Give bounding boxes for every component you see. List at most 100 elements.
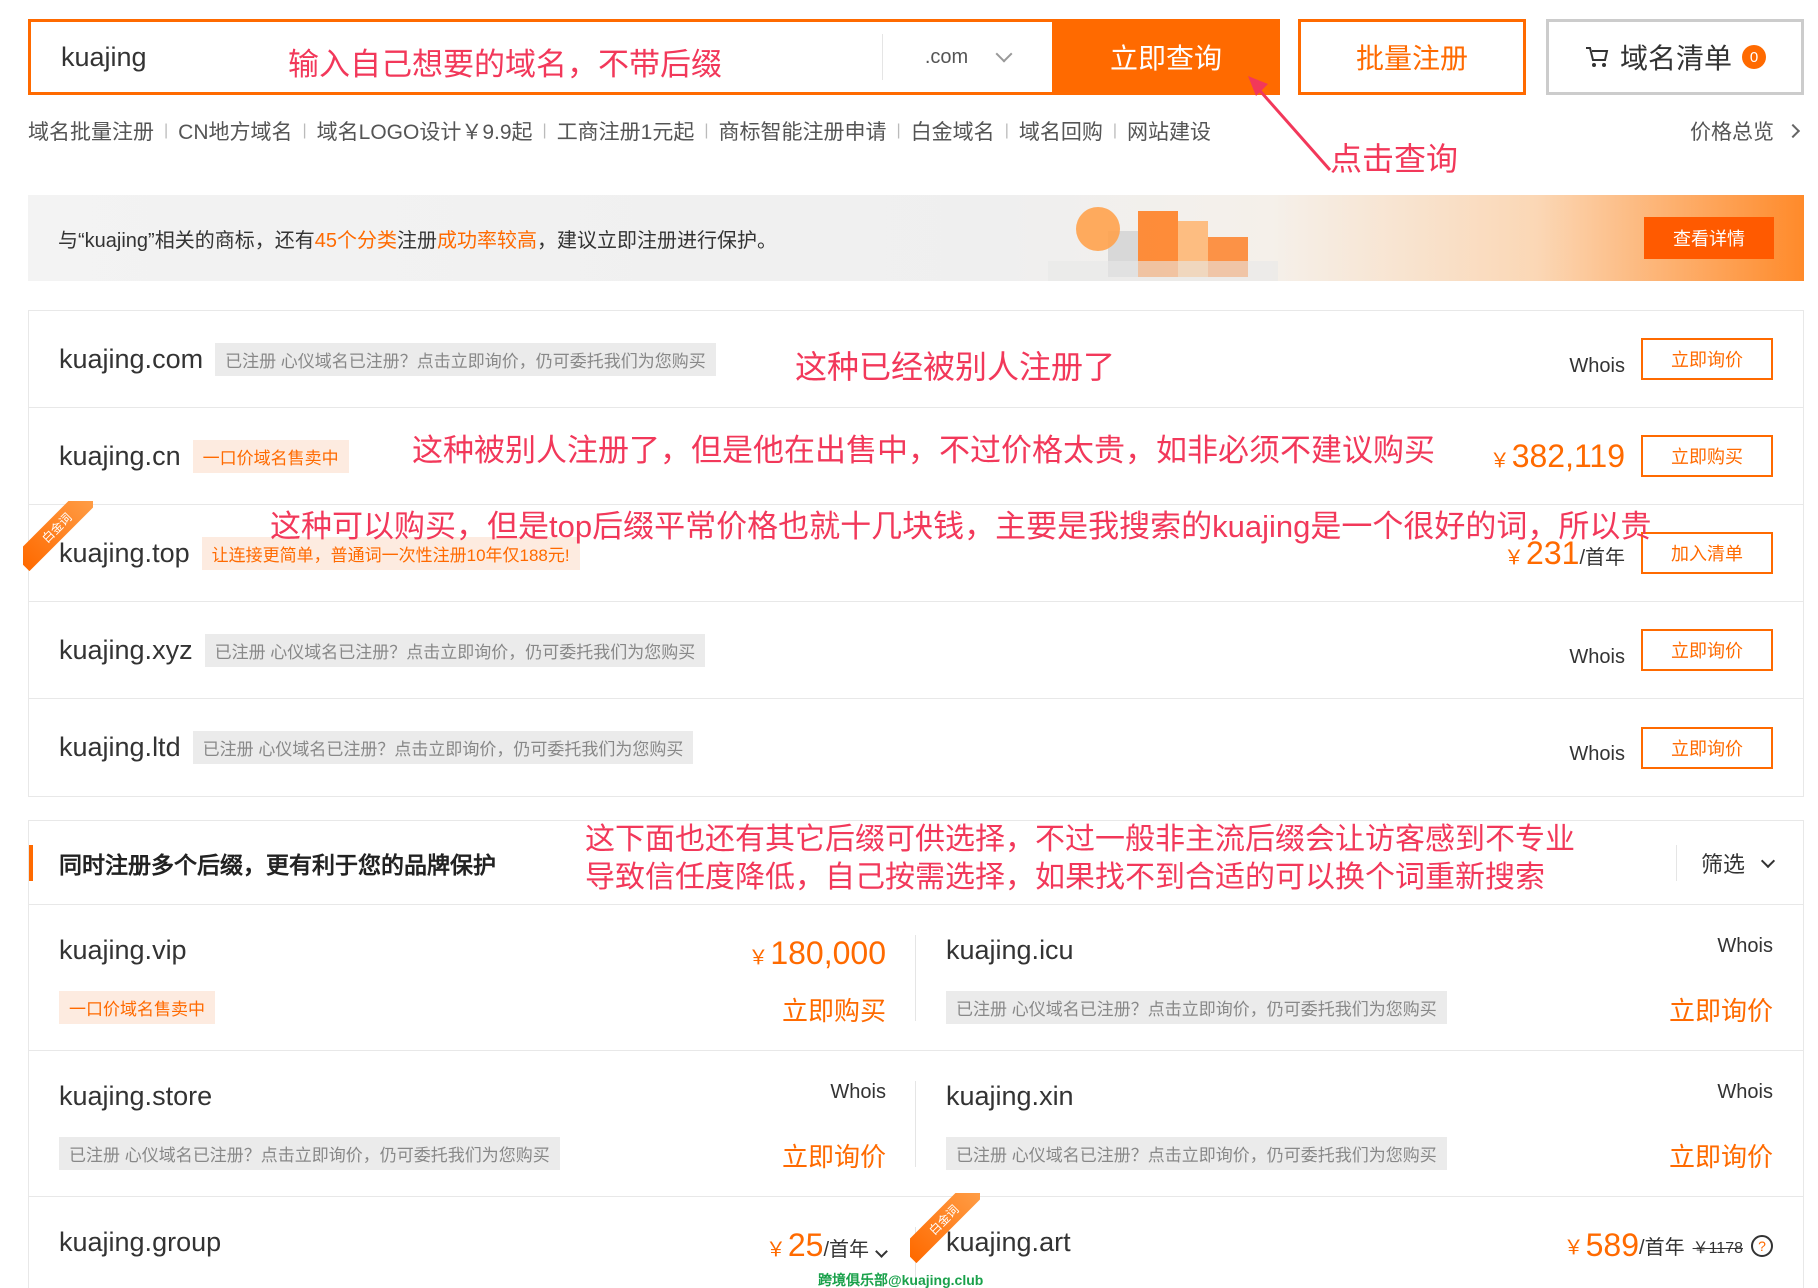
domain-cart-button[interactable]: 域名清单 0	[1546, 19, 1804, 95]
inquire-link[interactable]: 立即询价	[1669, 991, 1773, 1028]
whois-link[interactable]: Whois	[1717, 935, 1773, 958]
quick-link[interactable]: CN地方域名	[178, 116, 292, 146]
filter-label: 筛选	[1700, 852, 1745, 877]
status-tag: 已注册 心仪域名已注册？点击立即询价，仍可委托我们为您购买	[215, 342, 716, 376]
cart-label: 域名清单	[1619, 43, 1732, 74]
quick-link[interactable]: 商标智能注册申请	[719, 116, 887, 146]
filter-dropdown[interactable]: 筛选	[1675, 845, 1776, 881]
status-tag: 已注册 心仪域名已注册？点击立即询价，仍可委托我们为您购买	[192, 731, 694, 764]
status-tag: 已注册 心仪域名已注册？点击立即询价，仍可委托我们为您购买	[946, 991, 1447, 1024]
domain-name: kuajing.xin	[946, 1081, 1074, 1111]
watermark: 跨境俱乐部@kuajing.club	[818, 1272, 984, 1288]
view-details-button[interactable]: 查看详情	[1644, 217, 1774, 259]
inquire-link[interactable]: 立即询价	[782, 1137, 886, 1174]
inquire-button[interactable]: 立即询价	[1641, 629, 1773, 671]
quick-link[interactable]: 域名LOGO设计￥9.9起	[317, 116, 533, 146]
annotation-click-query: 点击查询	[1330, 141, 1459, 177]
cart-icon	[1585, 47, 1609, 67]
price-value: 25	[787, 1227, 824, 1263]
annotation-for-sale: 这种被别人注册了，但是他在出售中，不过价格太贵，如非必须不建议购买	[412, 433, 1435, 468]
chevron-down-icon[interactable]	[875, 1245, 888, 1258]
quick-link[interactable]: 白金域名	[911, 116, 995, 146]
result-row: kuajing.ltd 已注册 心仪域名已注册？点击立即询价，仍可委托我们为您购…	[29, 699, 1803, 796]
chevron-down-icon	[1760, 853, 1776, 868]
platinum-ribbon: 白金词	[23, 501, 93, 571]
quick-link[interactable]: 域名回购	[1019, 116, 1103, 146]
trademark-banner: 与“kuajing”相关的商标，还有45个分类注册成功率较高，建议立即注册进行保…	[28, 195, 1804, 281]
banner-text-part: ，建议立即注册进行保护。	[536, 229, 777, 252]
annotation-registered: 这种已经被别人注册了	[795, 349, 1116, 385]
currency-symbol: ￥	[748, 947, 769, 969]
quick-links: 域名批量注册 | CN地方域名 | 域名LOGO设计￥9.9起 | 工商注册1元起 | …	[28, 116, 1211, 146]
buy-now-link[interactable]: 立即购买	[782, 991, 886, 1028]
separator: |	[1112, 122, 1117, 139]
annotation-other-suffix-line2: 导致信任度降低，自己按需选择，如果找不到合适的可以换个词重新搜索	[585, 861, 1545, 894]
chevron-down-icon	[995, 45, 1013, 63]
suffix-cell: kuajing.store Whois 已注册 心仪域名已注册？点击立即询价，仍…	[29, 1051, 916, 1197]
ribbon-label: 白金词	[23, 501, 93, 571]
separator: |	[302, 122, 307, 139]
banner-text: 与“kuajing”相关的商标，还有45个分类注册成功率较高，建议立即注册进行保…	[58, 224, 777, 253]
price-value: 180,000	[770, 935, 886, 971]
banner-text-part: 与“kuajing”相关的商标，还有	[58, 229, 315, 252]
whois-link[interactable]: Whois	[1569, 355, 1625, 378]
quick-link[interactable]: 网站建设	[1127, 116, 1211, 146]
inquire-link[interactable]: 立即询价	[1669, 1137, 1773, 1174]
status-tag: 一口价域名售卖中	[192, 439, 349, 473]
domain-name: kuajing.xyz	[59, 634, 193, 665]
suffix-cell: 白金词 kuajing.art ￥ 589/首年 ￥1178?	[910, 1193, 1803, 1288]
annotation-arrow-icon	[1248, 76, 1332, 171]
suffix-cell: kuajing.vip ￥ 180,000 一口价域名售卖中 立即购买	[29, 905, 916, 1051]
suffix-select[interactable]: .com	[882, 34, 1052, 80]
whois-link[interactable]: Whois	[1569, 646, 1625, 669]
section-title: 同时注册多个后缀，更有利于您的品牌保护	[59, 851, 496, 878]
add-to-cart-button[interactable]: 加入清单	[1641, 532, 1773, 574]
quick-link[interactable]: 域名批量注册	[28, 116, 154, 146]
domain-name: kuajing.vip	[59, 935, 187, 965]
platinum-ribbon: 白金词	[910, 1193, 980, 1263]
banner-illustration-icon	[1048, 207, 1278, 281]
banner-text-part: 注册	[396, 229, 437, 252]
price-overview-label: 价格总览	[1690, 121, 1774, 144]
whois-link[interactable]: Whois	[1717, 1081, 1773, 1104]
separator: |	[542, 122, 547, 139]
status-tag: 一口价域名售卖中	[59, 991, 215, 1024]
banner-highlight: 45个分类	[314, 229, 397, 252]
price-unit: /首年	[823, 1239, 869, 1261]
domain-name: kuajing.group	[59, 1227, 222, 1257]
price: ￥ 382,119	[1490, 438, 1625, 475]
separator: |	[164, 122, 169, 139]
separator: |	[704, 122, 709, 139]
suffix-cell: kuajing.group ￥ 25/首年	[29, 1197, 916, 1288]
result-row: kuajing.xyz 已注册 心仪域名已注册？点击立即询价，仍可委托我们为您购…	[29, 602, 1803, 699]
banner-highlight: 成功率较高	[436, 229, 537, 252]
suffix-cell: kuajing.icu Whois 已注册 心仪域名已注册？点击立即询价，仍可委…	[916, 905, 1803, 1051]
price-unit: /首年	[1639, 1237, 1685, 1259]
buy-now-button[interactable]: 立即购买	[1641, 435, 1773, 477]
whois-link[interactable]: Whois	[1569, 743, 1625, 766]
domain-name: kuajing.icu	[946, 935, 1074, 965]
status-tag: 已注册 心仪域名已注册？点击立即询价，仍可委托我们为您购买	[204, 633, 706, 667]
price-value: 382,119	[1511, 437, 1625, 474]
inquire-button[interactable]: 立即询价	[1641, 338, 1773, 380]
separator: |	[1004, 122, 1009, 139]
ribbon-label: 白金词	[910, 1193, 980, 1263]
whois-link[interactable]: Whois	[830, 1081, 886, 1104]
domain-name: kuajing.store	[59, 1081, 213, 1111]
price: ￥ 180,000	[748, 935, 886, 972]
currency-symbol: ￥	[1489, 449, 1510, 472]
annotation-buyable: 这种可以购买，但是top后缀平常价格也就十几块钱，主要是我搜索的kuajing是…	[270, 509, 1652, 544]
suffix-cell: kuajing.xin Whois 已注册 心仪域名已注册？点击立即询价，仍可委…	[916, 1051, 1803, 1197]
price: ￥ 25/首年	[765, 1227, 888, 1264]
quick-link[interactable]: 工商注册1元起	[557, 116, 695, 146]
annotation-search-hint: 输入自己想要的域名，不带后缀	[288, 47, 722, 82]
separator: |	[896, 122, 901, 139]
chevron-right-icon	[1785, 123, 1801, 139]
price-overview-link[interactable]: 价格总览	[1690, 116, 1801, 146]
annotation-other-suffix-line1: 这下面也还有其它后缀可供选择，不过一般非主流后缀会让访客感到不专业	[585, 823, 1575, 856]
currency-symbol: ￥	[765, 1239, 786, 1261]
inquire-button[interactable]: 立即询价	[1641, 726, 1773, 769]
suffix-value: .com	[924, 45, 969, 68]
help-icon[interactable]: ?	[1751, 1234, 1773, 1257]
domain-name: kuajing.com	[59, 343, 204, 374]
